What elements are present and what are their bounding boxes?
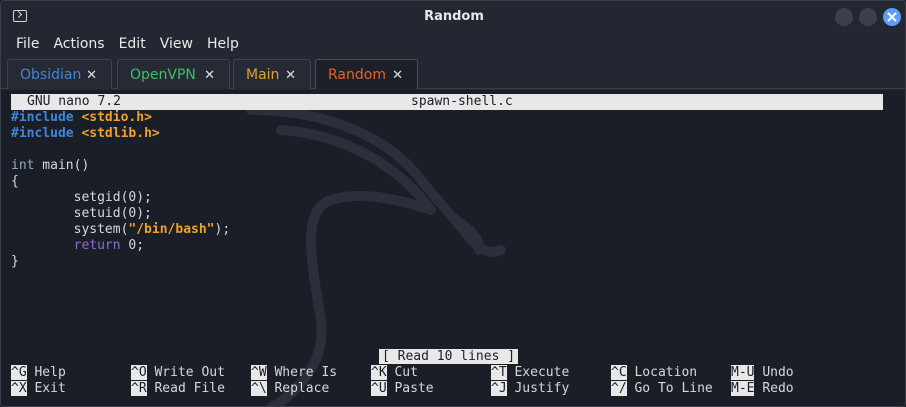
shortcut-justify: ^J Justify xyxy=(491,381,570,396)
shortcut-exit: ^X Exit xyxy=(11,381,66,396)
terminal-window: Random File Actions Edit View Help Obsid… xyxy=(0,0,906,407)
code-text: ); xyxy=(214,222,231,237)
shortcut-replace: ^\ Replace xyxy=(251,381,330,396)
menu-edit[interactable]: Edit xyxy=(112,36,153,52)
code-text: main() xyxy=(34,158,90,173)
menu-view[interactable]: View xyxy=(153,36,200,52)
tab-openvpn[interactable]: OpenVPN ✕ xyxy=(117,59,230,89)
shortcut-help: ^G Help xyxy=(11,365,66,380)
tab-label: OpenVPN xyxy=(130,66,196,83)
code-line: int main() xyxy=(11,158,89,174)
menu-help[interactable]: Help xyxy=(200,36,246,52)
tab-label: Obsidian xyxy=(20,66,82,83)
tab-obsidian[interactable]: Obsidian ✕ xyxy=(7,59,112,89)
string-literal: "/bin/bash" xyxy=(128,222,215,237)
tab-bar: Obsidian ✕ OpenVPN ✕ Main ✕ Random ✕ xyxy=(1,57,905,89)
code-line: #include <stdlib.h> xyxy=(11,126,160,142)
nano-version: GNU nano 7.2 xyxy=(27,94,121,109)
nano-header-bar: GNU nano 7.2 spawn-shell.c xyxy=(11,94,883,110)
code-line: return 0; xyxy=(11,238,144,254)
tab-close-icon[interactable]: ✕ xyxy=(285,68,296,83)
tab-label: Main xyxy=(246,66,280,83)
shortcut-location: ^C Location xyxy=(611,365,698,380)
code-line: setgid(0); xyxy=(11,190,152,205)
shortcut-undo: M-U Undo xyxy=(731,365,794,380)
shortcut-write-out: ^O Write Out xyxy=(131,365,225,380)
menu-file[interactable]: File xyxy=(9,36,46,52)
shortcut-execute: ^T Execute xyxy=(491,365,570,380)
code-line: #include <stdio.h> xyxy=(11,110,152,126)
menu-actions[interactable]: Actions xyxy=(46,36,111,52)
shortcut-go-to-line: ^/ Go To Line xyxy=(611,381,713,396)
code-line: system("/bin/bash"); xyxy=(11,222,231,238)
tab-close-icon[interactable]: ✕ xyxy=(204,68,215,83)
code-line: setuid(0); xyxy=(11,206,152,221)
type-keyword: int xyxy=(11,158,35,173)
tab-main[interactable]: Main ✕ xyxy=(233,59,311,89)
header-name: <stdio.h> xyxy=(81,110,152,125)
shortcut-where-is: ^W Where Is xyxy=(251,365,338,380)
shortcut-paste: ^U Paste xyxy=(371,381,434,396)
tab-random[interactable]: Random ✕ xyxy=(315,59,418,89)
code-text: system( xyxy=(11,222,129,237)
close-window-button[interactable] xyxy=(883,8,901,26)
maximize-button[interactable] xyxy=(859,8,877,26)
include-keyword: #include xyxy=(11,126,74,141)
shortcut-cut: ^K Cut xyxy=(371,365,418,380)
tab-close-icon[interactable]: ✕ xyxy=(392,68,403,83)
menu-bar: File Actions Edit View Help xyxy=(1,33,905,55)
code-text: 0; xyxy=(120,238,145,253)
tab-label: Random xyxy=(328,66,386,83)
window-title: Random xyxy=(424,9,484,24)
tab-close-icon[interactable]: ✕ xyxy=(86,68,97,83)
shortcut-read-file: ^R Read File xyxy=(131,381,225,396)
include-keyword: #include xyxy=(11,110,74,125)
title-bar[interactable]: Random xyxy=(1,1,905,33)
shortcut-redo: M-E Redo xyxy=(731,381,794,396)
nano-filename: spawn-shell.c xyxy=(411,94,513,109)
nano-status-message: [ Read 10 lines ] xyxy=(379,349,519,364)
return-keyword: return xyxy=(73,238,121,253)
code-line: { xyxy=(11,174,19,189)
minimize-button[interactable] xyxy=(835,8,853,26)
header-name: <stdlib.h> xyxy=(81,126,160,141)
code-line: } xyxy=(11,254,19,269)
terminal-area[interactable]: GNU nano 7.2 spawn-shell.c #include <std… xyxy=(1,90,905,406)
